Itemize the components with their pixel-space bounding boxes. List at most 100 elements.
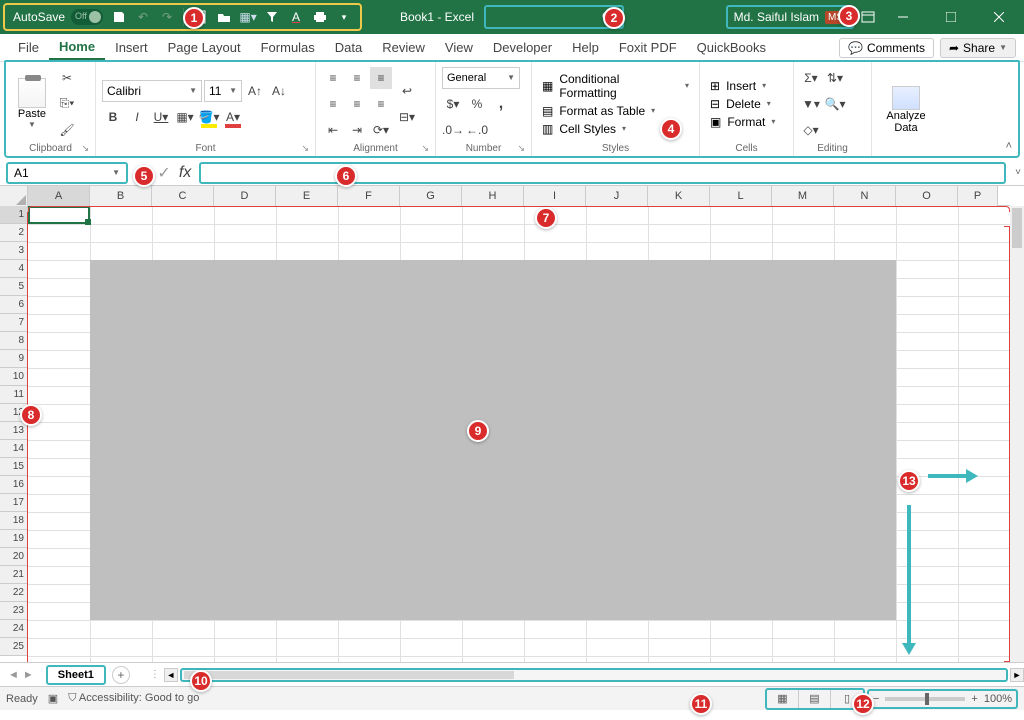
row-header[interactable]: 17 <box>0 494 28 512</box>
row-header[interactable]: 2 <box>0 224 28 242</box>
align-bottom-icon[interactable]: ≡ <box>370 67 392 89</box>
align-left-icon[interactable]: ≡ <box>322 93 344 115</box>
col-header[interactable]: B <box>90 186 152 206</box>
col-header[interactable]: E <box>276 186 338 206</box>
row-header[interactable]: 25 <box>0 638 28 656</box>
delete-cells-button[interactable]: ⊟Delete▾ <box>706 96 779 112</box>
row-header[interactable]: 20 <box>0 548 28 566</box>
col-header[interactable]: P <box>958 186 998 206</box>
tab-quickbooks[interactable]: QuickBooks <box>687 36 776 59</box>
font-color-qat-icon[interactable]: A <box>288 9 304 25</box>
decrease-font-icon[interactable]: A↓ <box>268 80 290 102</box>
undo-icon[interactable]: ↶ <box>135 9 151 25</box>
zoom-level[interactable]: 100% <box>984 693 1012 705</box>
page-layout-view-button[interactable]: ▤ <box>799 690 831 708</box>
row-header[interactable]: 11 <box>0 386 28 404</box>
comments-button[interactable]: 💬Comments <box>839 38 934 58</box>
enter-formula-icon[interactable]: ✓ <box>157 163 170 183</box>
new-sheet-button[interactable]: + <box>112 666 130 684</box>
row-header[interactable]: 4 <box>0 260 28 278</box>
share-button[interactable]: ➦Share▼ <box>940 38 1016 58</box>
row-header[interactable]: 8 <box>0 332 28 350</box>
row-header[interactable]: 22 <box>0 584 28 602</box>
filter-icon[interactable] <box>264 9 280 25</box>
autosum-icon[interactable]: Σ▾ <box>800 67 822 89</box>
minimize-button[interactable] <box>882 0 924 34</box>
formula-bar[interactable] <box>199 162 1006 184</box>
select-all-corner[interactable] <box>0 186 28 206</box>
accessibility-status[interactable]: ⛉ Accessibility: Good to go <box>68 692 199 705</box>
font-size-dropdown[interactable]: 11▼ <box>204 80 242 102</box>
macro-record-icon[interactable]: ▣ <box>48 692 58 705</box>
cell-area[interactable] <box>28 206 1010 662</box>
tab-developer[interactable]: Developer <box>483 36 562 59</box>
row-header[interactable]: 18 <box>0 512 28 530</box>
tab-file[interactable]: File <box>8 36 49 59</box>
align-center-icon[interactable]: ≡ <box>346 93 368 115</box>
sheet-prev-icon[interactable]: ◄ <box>8 669 19 681</box>
format-cells-button[interactable]: ▣Format▾ <box>706 114 779 130</box>
launcher-icon[interactable]: ↘ <box>421 143 429 154</box>
orientation-icon[interactable]: ⟳▾ <box>370 119 392 141</box>
row-header[interactable]: 1 <box>0 206 28 224</box>
comma-format-icon[interactable]: , <box>490 93 512 115</box>
font-name-dropdown[interactable]: Calibri▼ <box>102 80 202 102</box>
sort-filter-icon[interactable]: ⇅▾ <box>824 67 846 89</box>
row-header[interactable]: 6 <box>0 296 28 314</box>
col-header[interactable]: M <box>772 186 834 206</box>
sheet-tab[interactable]: Sheet1 <box>46 665 106 685</box>
tab-home[interactable]: Home <box>49 35 105 60</box>
increase-decimal-icon[interactable]: .0→ <box>442 119 464 141</box>
wrap-text-icon[interactable]: ↩ <box>396 80 418 102</box>
tab-page-layout[interactable]: Page Layout <box>158 36 251 59</box>
underline-button[interactable]: U▾ <box>150 106 172 128</box>
collapse-ribbon-icon[interactable]: ˄ <box>1006 140 1012 152</box>
format-painter-icon[interactable]: 🖌 <box>56 119 78 141</box>
col-header[interactable]: I <box>524 186 586 206</box>
print-icon[interactable] <box>312 9 328 25</box>
italic-button[interactable]: I <box>126 106 148 128</box>
vertical-scrollbar[interactable] <box>1010 206 1024 662</box>
row-header[interactable]: 3 <box>0 242 28 260</box>
align-top-icon[interactable]: ≡ <box>322 67 344 89</box>
row-header[interactable]: 24 <box>0 620 28 638</box>
normal-view-button[interactable]: ▦ <box>767 690 799 708</box>
fx-icon[interactable]: fx <box>179 164 191 182</box>
col-header[interactable]: G <box>400 186 462 206</box>
tab-foxit-pdf[interactable]: Foxit PDF <box>609 36 687 59</box>
row-header[interactable]: 23 <box>0 602 28 620</box>
scrollbar-thumb[interactable] <box>1012 208 1022 248</box>
customize-qat-icon[interactable]: ▾ <box>336 9 352 25</box>
decrease-indent-icon[interactable]: ⇤ <box>322 119 344 141</box>
hscroll-right-icon[interactable]: ► <box>1010 668 1024 682</box>
launcher-icon[interactable]: ↘ <box>517 143 525 154</box>
col-header[interactable]: D <box>214 186 276 206</box>
fill-color-button[interactable]: 🪣▾ <box>198 106 220 128</box>
open-file-icon[interactable] <box>216 9 232 25</box>
fill-icon[interactable]: ▼▾ <box>800 93 822 115</box>
row-header[interactable]: 13 <box>0 422 28 440</box>
col-header[interactable]: H <box>462 186 524 206</box>
paste-button[interactable]: Paste ▼ <box>12 78 52 129</box>
borders-icon[interactable]: ▦▾ <box>240 9 256 25</box>
col-header[interactable]: J <box>586 186 648 206</box>
zoom-in-button[interactable]: + <box>971 693 977 705</box>
sheet-nav-arrows[interactable]: ◄► <box>0 669 42 681</box>
save-icon[interactable] <box>111 9 127 25</box>
align-right-icon[interactable]: ≡ <box>370 93 392 115</box>
tab-view[interactable]: View <box>435 36 483 59</box>
analyze-data-button[interactable]: Analyze Data <box>878 86 934 134</box>
row-header[interactable]: 16 <box>0 476 28 494</box>
sheet-next-icon[interactable]: ► <box>23 669 34 681</box>
format-as-table-button[interactable]: ▤Format as Table▾ <box>538 103 693 119</box>
row-header[interactable]: 15 <box>0 458 28 476</box>
row-header[interactable]: 14 <box>0 440 28 458</box>
col-header[interactable]: C <box>152 186 214 206</box>
tab-data[interactable]: Data <box>325 36 372 59</box>
row-header[interactable]: 10 <box>0 368 28 386</box>
tab-review[interactable]: Review <box>372 36 435 59</box>
merge-center-icon[interactable]: ⊟▾ <box>396 106 418 128</box>
row-header[interactable]: 21 <box>0 566 28 584</box>
increase-indent-icon[interactable]: ⇥ <box>346 119 368 141</box>
number-format-dropdown[interactable]: General▼ <box>442 67 520 89</box>
